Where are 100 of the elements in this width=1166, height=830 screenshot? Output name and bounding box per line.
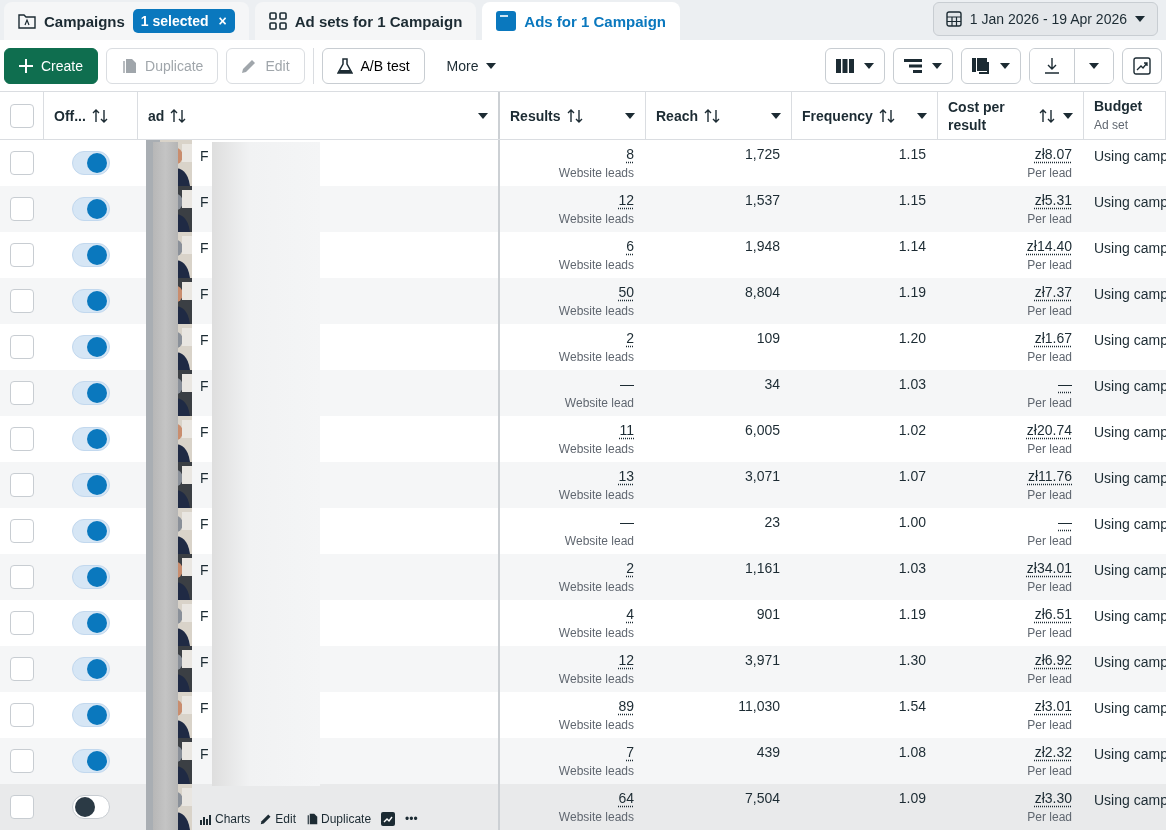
ad-name[interactable]: F	[200, 286, 209, 302]
date-range-button[interactable]: 1 Jan 2026 - 19 Apr 2026	[932, 2, 1158, 36]
toggle-switch[interactable]	[72, 427, 110, 451]
cost-value[interactable]: —	[1058, 514, 1072, 530]
row-checkbox[interactable]	[10, 611, 34, 635]
select-all-checkbox[interactable]	[9, 103, 34, 128]
ad-name[interactable]: F	[200, 240, 209, 256]
more-button[interactable]: More	[432, 47, 511, 84]
ad-name[interactable]: F	[200, 516, 209, 532]
charts-link[interactable]: Charts	[200, 812, 251, 826]
results-value[interactable]: 13	[618, 468, 634, 484]
row-checkbox[interactable]	[10, 381, 34, 405]
toggle-switch[interactable]	[72, 473, 110, 497]
results-value[interactable]: 4	[626, 606, 634, 622]
results-value[interactable]: —	[620, 514, 634, 530]
tab[interactable]: Ad sets for 1 Campaign	[254, 2, 477, 40]
sort-icon[interactable]	[704, 108, 721, 123]
row-checkbox[interactable]	[10, 427, 34, 451]
column-header[interactable]: Results	[500, 92, 646, 139]
sort-icon[interactable]	[566, 108, 583, 123]
toggle-switch[interactable]	[72, 243, 110, 267]
sort-icon[interactable]	[1039, 108, 1055, 123]
tab[interactable]: Ads for 1 Campaign	[482, 2, 680, 40]
row-checkbox[interactable]	[10, 335, 34, 359]
toggle-switch[interactable]	[72, 749, 110, 773]
cost-value[interactable]: zł14.40	[1026, 238, 1072, 254]
column-header[interactable]: Budget Ad set	[1084, 92, 1166, 139]
column-header[interactable]: Reach	[646, 92, 792, 139]
row-checkbox[interactable]	[10, 289, 34, 313]
cost-value[interactable]: zł1.67	[1034, 330, 1072, 346]
export-menu-button[interactable]	[1074, 48, 1113, 83]
cost-value[interactable]: zł7.37	[1034, 284, 1072, 300]
results-value[interactable]: 2	[626, 560, 634, 576]
edit-link[interactable]: Edit	[260, 812, 297, 826]
results-value[interactable]: —	[620, 376, 634, 392]
trend-chart-icon[interactable]	[381, 812, 396, 826]
charts-button[interactable]	[1122, 47, 1162, 84]
results-value[interactable]: 12	[618, 192, 634, 208]
toggle-switch[interactable]	[72, 519, 110, 543]
sort-icon[interactable]	[91, 108, 108, 123]
more-link[interactable]: •••	[405, 812, 418, 826]
cost-value[interactable]: —	[1058, 376, 1072, 392]
selection-badge[interactable]: 1 selected ×	[132, 9, 235, 33]
create-button[interactable]: Create	[4, 47, 99, 84]
reports-button[interactable]	[961, 47, 1021, 84]
toggle-switch[interactable]	[72, 381, 110, 405]
toggle-switch[interactable]	[72, 197, 110, 221]
toggle-switch[interactable]	[72, 289, 110, 313]
row-checkbox[interactable]	[10, 703, 34, 727]
ad-name[interactable]: F	[200, 194, 209, 210]
column-header[interactable]: Cost per result	[938, 92, 1084, 139]
results-value[interactable]: 64	[618, 790, 634, 806]
toggle-switch[interactable]	[72, 611, 110, 635]
column-header[interactable]: Off...	[44, 92, 138, 139]
tab[interactable]: Campaigns 1 selected ×	[4, 2, 249, 40]
row-checkbox[interactable]	[10, 151, 34, 175]
ad-name[interactable]: F	[200, 148, 209, 164]
toggle-switch[interactable]	[72, 335, 110, 359]
results-value[interactable]: 11	[619, 422, 634, 438]
row-checkbox[interactable]	[10, 243, 34, 267]
sort-icon[interactable]	[170, 108, 187, 123]
results-value[interactable]: 50	[618, 284, 634, 300]
toggle-switch[interactable]	[72, 565, 110, 589]
ad-name[interactable]: F	[200, 746, 209, 762]
cost-value[interactable]: zł3.30	[1034, 790, 1072, 806]
row-checkbox[interactable]	[10, 657, 34, 681]
row-checkbox[interactable]	[10, 473, 34, 497]
ad-name[interactable]: F	[200, 562, 209, 578]
results-value[interactable]: 12	[618, 652, 634, 668]
cost-value[interactable]: zł6.92	[1034, 652, 1072, 668]
toggle-switch[interactable]	[72, 703, 110, 727]
results-value[interactable]: 2	[626, 330, 634, 346]
toggle-switch[interactable]	[72, 151, 110, 175]
ad-name[interactable]: F	[200, 470, 209, 486]
results-value[interactable]: 6	[626, 238, 634, 254]
ad-name[interactable]: F	[200, 608, 209, 624]
ad-name[interactable]: F	[200, 654, 209, 670]
cost-value[interactable]: zł6.51	[1034, 606, 1072, 622]
abtest-button[interactable]: A/B test	[321, 47, 425, 84]
cost-value[interactable]: zł8.07	[1034, 146, 1072, 162]
row-checkbox[interactable]	[10, 795, 34, 819]
results-value[interactable]: 89	[618, 698, 634, 714]
cost-value[interactable]: zł2.32	[1034, 744, 1072, 760]
cost-value[interactable]: zł11.76	[1027, 468, 1072, 484]
toggle-switch[interactable]	[72, 657, 110, 681]
row-checkbox[interactable]	[10, 197, 34, 221]
ad-name[interactable]: F	[200, 378, 209, 394]
columns-button[interactable]	[825, 47, 885, 84]
breakdown-button[interactable]	[893, 47, 953, 84]
cost-value[interactable]: zł20.74	[1026, 422, 1072, 438]
ad-name[interactable]: F	[200, 700, 209, 716]
row-checkbox[interactable]	[10, 519, 34, 543]
sort-icon[interactable]	[878, 108, 895, 123]
close-icon[interactable]: ×	[218, 13, 227, 29]
cost-value[interactable]: zł34.01	[1026, 560, 1072, 576]
results-value[interactable]: 7	[626, 744, 634, 760]
cost-value[interactable]: zł5.31	[1034, 192, 1072, 208]
duplicate-link[interactable]: Duplicate	[306, 812, 372, 826]
cost-value[interactable]: zł3.01	[1034, 698, 1072, 714]
ad-name[interactable]: F	[200, 332, 209, 348]
